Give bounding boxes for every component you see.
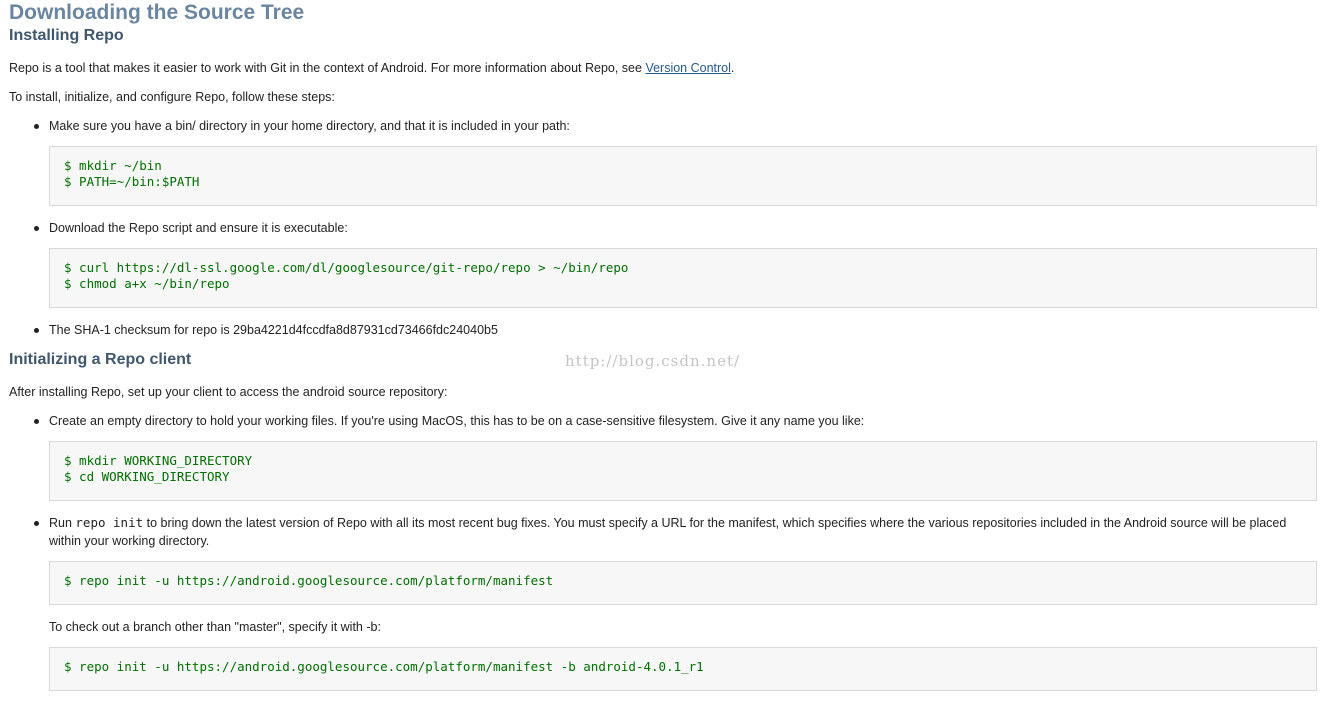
intro-paragraph: Repo is a tool that makes it easier to w… <box>9 59 734 77</box>
list-item-text: Create an empty directory to hold your w… <box>49 414 865 428</box>
section-heading-initializing-repo-client: Initializing a Repo client <box>9 351 192 368</box>
intro-text: Repo is a tool that makes it easier to w… <box>9 61 646 75</box>
version-control-link[interactable]: Version Control <box>645 61 730 75</box>
code-block-mkdir-bin: $ mkdir ~/bin $ PATH=~/bin:$PATH <box>49 146 1317 206</box>
client-intro-paragraph: After installing Repo, set up your clien… <box>9 385 448 399</box>
code-block-mkdir-working: $ mkdir WORKING_DIRECTORY $ cd WORKING_D… <box>49 441 1317 501</box>
watermark: http://blog.csdn.net/ <box>565 352 741 370</box>
list-item-bin-directory: Make sure you have a bin/ directory in y… <box>34 117 1309 135</box>
bullet-marker <box>34 521 39 526</box>
inline-code-repo-init: repo init <box>75 515 144 530</box>
code-block-curl-repo: $ curl https://dl-ssl.google.com/dl/goog… <box>49 248 1317 308</box>
page-title: Downloading the Source Tree <box>9 1 305 24</box>
list-item-text: Download the Repo script and ensure it i… <box>49 221 348 235</box>
code-block-repo-init: $ repo init -u https://android.googlesou… <box>49 561 1317 605</box>
list-item-text-post: to bring down the latest version of Repo… <box>49 516 1287 548</box>
list-item-download-repo: Download the Repo script and ensure it i… <box>34 219 1309 237</box>
list-item-create-directory: Create an empty directory to hold your w… <box>34 412 1309 430</box>
bullet-marker <box>34 226 39 231</box>
list-item-sha1-checksum: The SHA-1 checksum for repo is 29ba4221d… <box>34 321 1309 339</box>
list-item-text-pre: Run <box>49 516 76 530</box>
branch-paragraph: To check out a branch other than "master… <box>49 620 381 634</box>
code-block-repo-init-branch: $ repo init -u https://android.googlesou… <box>49 647 1317 691</box>
intro-end: . <box>730 61 735 75</box>
list-item-text: The SHA-1 checksum for repo is 29ba4221d… <box>49 323 498 337</box>
bullet-marker <box>34 328 39 333</box>
steps-paragraph: To install, initialize, and configure Re… <box>9 90 335 104</box>
bullet-marker <box>34 419 39 424</box>
list-item-text: Make sure you have a bin/ directory in y… <box>49 119 570 133</box>
list-item-run-repo-init: Run repo init to bring down the latest v… <box>34 514 1309 550</box>
bullet-marker <box>34 124 39 129</box>
section-heading-installing-repo: Installing Repo <box>9 27 124 44</box>
